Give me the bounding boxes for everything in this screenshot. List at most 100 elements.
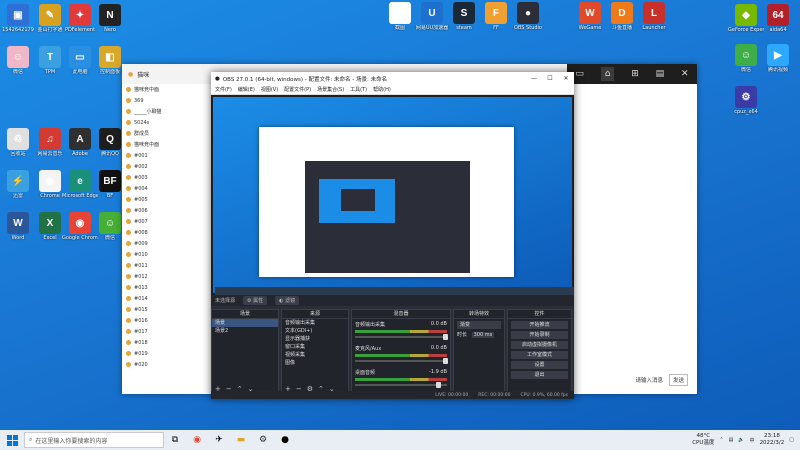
- menu-item[interactable]: 工具(T): [350, 86, 367, 93]
- pin-taskbar-icon[interactable]: ✈: [208, 430, 230, 450]
- contact-row[interactable]: #012: [122, 271, 213, 282]
- source-item[interactable]: 图像: [282, 359, 348, 367]
- desktop-icon[interactable]: ✂ 截图: [382, 2, 418, 31]
- scene-item[interactable]: 场景2: [212, 327, 278, 335]
- volume-slider[interactable]: [355, 358, 449, 364]
- chat-contact-list[interactable]: 猫咪竞中面 369 _____小聊猫 5024s 群成员 猫咪竞中面 #001 #002 #00…: [122, 84, 214, 394]
- chart-icon[interactable]: ▤: [656, 69, 665, 79]
- desktop-icon[interactable]: 64 aida64: [760, 4, 796, 33]
- scene-item[interactable]: 场景: [212, 319, 278, 327]
- control-button[interactable]: 退出: [511, 371, 568, 379]
- close-icon[interactable]: ✕: [681, 69, 689, 79]
- source-item[interactable]: 视频采集: [282, 351, 348, 359]
- desktop-icon[interactable]: F FF: [478, 2, 514, 31]
- window-icon[interactable]: ▭: [575, 69, 584, 79]
- slider-handle[interactable]: [435, 382, 441, 388]
- contact-row[interactable]: #008: [122, 227, 213, 238]
- source-item[interactable]: 显示器捕获: [282, 335, 348, 343]
- menu-item[interactable]: 文件(F): [215, 86, 232, 93]
- close-icon[interactable]: ✕: [558, 75, 574, 82]
- desktop-icon[interactable]: ☺ 微信: [728, 44, 764, 73]
- transition-type-select[interactable]: 渐变: [457, 321, 501, 329]
- duration-value[interactable]: 300 ms: [471, 332, 495, 338]
- desktop-icon[interactable]: ⚙ cpuz_x64: [728, 86, 764, 115]
- home-icon[interactable]: ⌂: [600, 67, 615, 81]
- source-item[interactable]: 窗口采集: [282, 343, 348, 351]
- minimize-icon[interactable]: —: [526, 75, 542, 82]
- desktop-icon[interactable]: L Launcher: [636, 2, 672, 31]
- contact-row[interactable]: #016: [122, 315, 213, 326]
- transition-duration[interactable]: 时长 300 ms: [454, 331, 504, 339]
- contact-row[interactable]: 猫咪竞中面: [122, 139, 213, 150]
- obs-taskbar-icon[interactable]: ●: [274, 430, 296, 450]
- control-button[interactable]: 开始推流: [511, 321, 568, 329]
- contact-row[interactable]: #017: [122, 326, 213, 337]
- control-button[interactable]: 启动虚拟摄像机: [511, 341, 568, 349]
- control-button[interactable]: 开始录制: [511, 331, 568, 339]
- desktop-icon[interactable]: ◆GeForce Experience: [728, 4, 764, 33]
- control-button[interactable]: 设置: [511, 361, 568, 369]
- desktop-icon[interactable]: N Nero: [92, 4, 128, 33]
- network-icon[interactable]: ▤: [729, 437, 734, 443]
- notification-icon[interactable]: ▢: [789, 437, 794, 443]
- contact-row[interactable]: #013: [122, 282, 213, 293]
- contact-row[interactable]: #014: [122, 293, 213, 304]
- contact-row[interactable]: #007: [122, 216, 213, 227]
- desktop-icon[interactable]: W Word: [0, 212, 36, 241]
- slider-handle[interactable]: [443, 334, 449, 340]
- files-taskbar-icon[interactable]: ▬: [230, 430, 252, 450]
- desktop-icon[interactable]: ♲ 回收站: [0, 128, 36, 157]
- volume-icon[interactable]: 🔈: [738, 437, 744, 443]
- properties-button[interactable]: ⚙ 属性: [243, 296, 268, 305]
- contact-row[interactable]: #019: [122, 348, 213, 359]
- chevron-up-icon[interactable]: ⌃: [719, 437, 723, 443]
- desktop-icon[interactable]: ⚡ 迅雷: [0, 170, 36, 199]
- contact-row[interactable]: #010: [122, 249, 213, 260]
- contact-row[interactable]: #004: [122, 183, 213, 194]
- source-item[interactable]: 文本(GDI+): [282, 327, 348, 335]
- menu-item[interactable]: 帮助(H): [373, 86, 391, 93]
- desktop-icon[interactable]: ▶ 腾讯视频: [760, 44, 796, 73]
- ime-icon[interactable]: 中: [750, 437, 755, 444]
- menu-item[interactable]: 视图(V): [261, 86, 278, 93]
- steam-taskbar-icon[interactable]: ⚙: [252, 430, 274, 450]
- desktop-icon[interactable]: ▣ 1542642179: [0, 4, 36, 33]
- contact-row[interactable]: 群成员: [122, 128, 213, 139]
- volume-slider[interactable]: [355, 382, 447, 388]
- menu-item[interactable]: 配置文件(P): [284, 86, 311, 93]
- obs-window[interactable]: ● OBS 27.0.1 (64-bit, windows) - 配置文件: 未…: [211, 72, 574, 399]
- control-button[interactable]: 工作室模式: [511, 351, 568, 359]
- contact-row[interactable]: 369: [122, 95, 213, 106]
- contact-row[interactable]: #009: [122, 238, 213, 249]
- send-button[interactable]: 发送: [668, 374, 688, 386]
- desktop-icon[interactable]: U 网易UU加速器: [414, 2, 450, 31]
- contact-row[interactable]: #011: [122, 260, 213, 271]
- contact-row[interactable]: #020: [122, 359, 213, 370]
- contact-row[interactable]: #003: [122, 172, 213, 183]
- desktop-icon[interactable]: ☺ 微信: [0, 46, 36, 75]
- obs-preview[interactable]: [211, 95, 574, 295]
- contact-row[interactable]: #002: [122, 161, 213, 172]
- volume-slider[interactable]: [355, 334, 449, 340]
- slider-handle[interactable]: [443, 358, 449, 364]
- start-button[interactable]: [0, 430, 24, 450]
- contact-row[interactable]: 猫咪竞中面: [122, 84, 213, 95]
- task-view-icon[interactable]: ⧉: [164, 430, 186, 450]
- chrome-taskbar-icon[interactable]: ◉: [186, 430, 208, 450]
- desktop-icon[interactable]: D 斗鱼直播: [604, 2, 640, 31]
- menu-item[interactable]: 编辑(E): [238, 86, 255, 93]
- menu-item[interactable]: 场景集合(S): [317, 86, 344, 93]
- source-item[interactable]: 音频输出采集: [282, 319, 348, 327]
- clock[interactable]: 23:18 2022/3/2: [760, 433, 785, 447]
- desktop-icon[interactable]: Ssteam: [446, 2, 482, 31]
- desktop-icon[interactable]: W WeGame: [572, 2, 608, 31]
- contact-row[interactable]: #005: [122, 194, 213, 205]
- contact-row[interactable]: #015: [122, 304, 213, 315]
- contact-row[interactable]: #001: [122, 150, 213, 161]
- contact-row[interactable]: #006: [122, 205, 213, 216]
- filters-button[interactable]: ◐ 滤镜: [275, 296, 300, 305]
- desktop-icon[interactable]: ● OBS Studio: [510, 2, 546, 31]
- contact-row[interactable]: _____小聊猫: [122, 106, 213, 117]
- maximize-icon[interactable]: ☐: [542, 75, 558, 82]
- gamepad-icon[interactable]: ⊞: [631, 69, 639, 79]
